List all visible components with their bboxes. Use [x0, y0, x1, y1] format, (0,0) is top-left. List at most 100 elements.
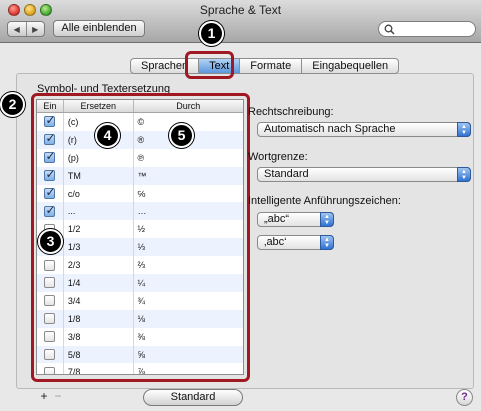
with-cell[interactable]: ⅔ [134, 256, 243, 274]
column-header-replace[interactable]: Ersetzen [64, 100, 134, 112]
table-row[interactable]: 1/2 ½ [37, 220, 243, 239]
double-quotes-popup[interactable]: „abc“ ▲ ▼ [257, 212, 334, 227]
popup-arrows-icon: ▲ ▼ [457, 122, 471, 137]
with-cell[interactable]: ⅝ [134, 346, 243, 364]
callout-3: 3 [38, 229, 63, 254]
enabled-checkbox[interactable] [44, 295, 56, 307]
with-cell[interactable]: ½ [134, 220, 243, 238]
add-button[interactable]: + [37, 390, 51, 403]
remove-button[interactable]: − [51, 390, 65, 403]
replace-cell[interactable]: 5/8 [64, 345, 134, 364]
tab-eingabequellen[interactable]: Eingabequellen [302, 58, 400, 74]
table-body: (c)©(r)®(p)℗TM™c/o℅...…1/2½1/3⅓2/3⅔1/4¼3… [37, 113, 243, 374]
replace-cell[interactable]: 1/4 [64, 274, 134, 292]
word-break-popup[interactable]: Standard ▲ ▼ [257, 167, 471, 182]
standard-button[interactable]: Standard [143, 389, 243, 406]
enabled-checkbox[interactable] [44, 203, 56, 217]
table-row[interactable]: 7/8 ⅞ [37, 363, 243, 374]
single-quotes-popup[interactable]: ‚abc‘ ▲ ▼ [257, 235, 334, 250]
enabled-checkbox[interactable] [44, 277, 56, 289]
title-bar: Sprache & Text ◀ ▶ Alle einblenden [0, 0, 481, 43]
enabled-checkbox[interactable] [44, 259, 56, 271]
with-cell[interactable]: ⅛ [134, 310, 243, 328]
table-row[interactable]: 3/4 ¾ [37, 291, 243, 310]
search-input[interactable] [378, 21, 476, 37]
table-row[interactable]: 5/8 ⅝ [37, 345, 243, 364]
enabled-cell [37, 130, 64, 149]
enabled-cell [37, 327, 64, 346]
enabled-checkbox[interactable] [44, 185, 56, 199]
replace-cell[interactable]: ... [64, 202, 134, 221]
replace-cell[interactable]: 1/8 [64, 309, 134, 328]
table-row[interactable]: ...… [37, 202, 243, 221]
enabled-checkbox[interactable] [44, 331, 56, 343]
with-cell[interactable]: ⅓ [134, 238, 243, 256]
table-row[interactable]: 1/4 ¼ [37, 274, 243, 292]
enabled-checkbox[interactable] [44, 113, 56, 128]
enabled-cell [37, 291, 64, 310]
enabled-checkbox[interactable] [44, 313, 56, 325]
help-button[interactable]: ? [456, 389, 473, 406]
tab-formate[interactable]: Formate [240, 58, 303, 74]
callout-5: 5 [169, 123, 194, 148]
replacement-table: Ein Ersetzen Durch (c)©(r)®(p)℗TM™c/o℅..… [36, 99, 244, 375]
replace-cell[interactable]: 3/8 [64, 327, 134, 346]
with-cell[interactable]: ℅ [134, 185, 243, 203]
enabled-cell [37, 256, 64, 275]
replace-cell[interactable]: 7/8 [64, 363, 134, 374]
show-all-button[interactable]: Alle einblenden [53, 20, 145, 37]
enabled-checkbox[interactable] [44, 349, 56, 361]
replace-cell[interactable]: 2/3 [64, 256, 134, 275]
column-header-enabled[interactable]: Ein [37, 100, 64, 112]
column-header-with[interactable]: Durch [134, 100, 243, 112]
enabled-checkbox[interactable] [44, 366, 56, 374]
with-cell[interactable]: ⅜ [134, 328, 243, 346]
enabled-checkbox[interactable] [44, 131, 56, 146]
with-cell[interactable]: ⅞ [134, 363, 243, 374]
table-row[interactable]: 1/3 ⅓ [37, 238, 243, 257]
replace-cell[interactable]: (p) [64, 148, 134, 167]
popup-arrows-icon: ▲ ▼ [320, 212, 334, 227]
enabled-cell [37, 184, 64, 203]
table-row[interactable]: TM™ [37, 166, 243, 185]
table-row[interactable]: 2/3 ⅔ [37, 256, 243, 275]
with-cell[interactable]: … [134, 202, 243, 220]
tab-bar: Sprachen Text Formate Eingabequellen [130, 58, 400, 74]
table-row[interactable]: (r)® [37, 130, 243, 149]
enabled-cell [37, 363, 64, 374]
table-row[interactable]: (p)℗ [37, 148, 243, 167]
replace-cell[interactable]: c/o [64, 184, 134, 203]
popup-arrows-icon: ▲ ▼ [320, 235, 334, 250]
with-cell[interactable]: ™ [134, 167, 243, 185]
table-row[interactable]: (c)© [37, 113, 243, 131]
callout-2: 2 [0, 92, 25, 117]
enabled-cell [37, 345, 64, 364]
window-title: Sprache & Text [199, 3, 282, 17]
spelling-popup[interactable]: Automatisch nach Sprache ▲ ▼ [257, 122, 471, 137]
callout-4: 4 [95, 123, 120, 148]
enabled-checkbox[interactable] [44, 167, 56, 182]
word-break-value: Standard [264, 168, 309, 180]
smart-quotes-label: Intelligente Anführungszeichen: [248, 195, 401, 207]
spelling-label: Rechtschreibung: [248, 106, 334, 118]
replace-cell[interactable]: 1/3 [64, 238, 134, 257]
table-header: Ein Ersetzen Durch [37, 100, 243, 113]
replace-cell[interactable]: 1/2 [64, 220, 134, 239]
forward-button[interactable]: ▶ [27, 22, 45, 36]
table-row[interactable]: c/o℅ [37, 184, 243, 203]
with-cell[interactable]: ℗ [134, 149, 243, 167]
back-forward-control: ◀ ▶ [7, 21, 45, 37]
with-cell[interactable]: ¾ [134, 292, 243, 310]
enabled-cell [37, 309, 64, 328]
replace-cell[interactable]: TM [64, 166, 134, 185]
enabled-checkbox[interactable] [44, 149, 56, 164]
table-row[interactable]: 1/8 ⅛ [37, 309, 243, 328]
replace-cell[interactable]: 3/4 [64, 291, 134, 310]
enabled-cell [37, 166, 64, 185]
single-quotes-value: ‚abc‘ [264, 236, 287, 248]
enabled-cell [37, 113, 64, 131]
with-cell[interactable]: ¼ [134, 274, 243, 292]
table-row[interactable]: 3/8 ⅜ [37, 327, 243, 346]
back-button[interactable]: ◀ [8, 22, 27, 36]
spelling-value: Automatisch nach Sprache [264, 123, 396, 135]
